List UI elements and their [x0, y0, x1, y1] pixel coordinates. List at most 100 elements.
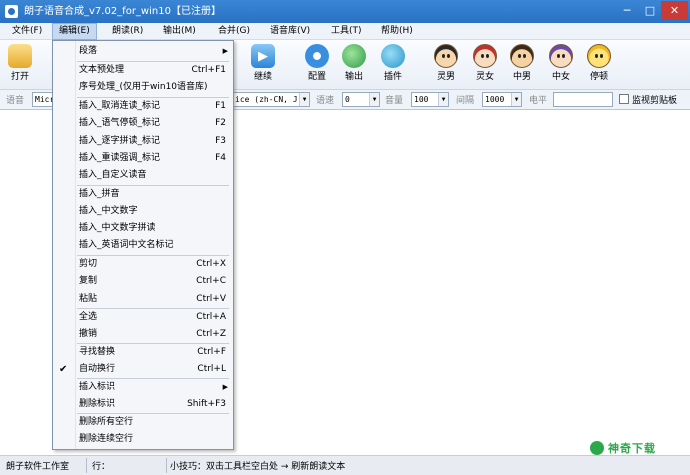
status-separator — [86, 458, 87, 473]
menu-item-shortcut: Ctrl+C — [196, 276, 226, 286]
menu-item-delete-tag[interactable]: 删除标识 Shift+F3 — [54, 396, 232, 413]
dropdown-arrow-icon[interactable]: ▼ — [299, 93, 309, 106]
level-field[interactable] — [553, 92, 613, 107]
watermark: 神奇下载 — [590, 440, 685, 456]
female-face-icon — [473, 44, 497, 68]
menu-item-label: 插入_拼音 — [79, 189, 120, 199]
menu-read[interactable]: 朗读(R) — [106, 23, 149, 40]
stop-button[interactable]: 停顿 — [582, 43, 616, 87]
menu-item-find-replace[interactable]: 寻找替换 Ctrl+F — [54, 344, 232, 361]
menu-item-delete-consecutive-empty-lines[interactable]: 删除连续空行 — [54, 431, 232, 448]
open-button[interactable]: 打开 — [3, 43, 37, 87]
clipboard-checkbox[interactable] — [619, 94, 629, 104]
status-separator — [166, 458, 167, 473]
app-icon — [5, 5, 18, 18]
menu-item-english-chinese-name[interactable]: 插入_英语词中文名标记 — [54, 237, 232, 254]
voice-select-tail[interactable]: ice (zh-CN, J ▼ — [232, 92, 310, 107]
menu-tools[interactable]: 工具(T) — [325, 23, 368, 40]
volume-label: 音量 — [385, 96, 404, 106]
speed-label: 语速 — [316, 96, 335, 106]
menu-voice-library[interactable]: 语音库(V) — [264, 23, 316, 40]
menu-item-pinyin[interactable]: 插入_拼音 — [54, 186, 232, 203]
status-company: 朗子软件工作室 — [6, 462, 70, 472]
speed-select[interactable]: 0 ▼ — [342, 92, 380, 107]
volume-value: 100 — [414, 95, 429, 104]
menu-item-paragraph[interactable]: 段落 ▶ — [54, 43, 232, 60]
male-face-icon — [434, 44, 458, 68]
interval-select[interactable]: 1000 ▼ — [482, 92, 522, 107]
menu-item-label: 删除标识 — [79, 399, 116, 409]
menu-merge[interactable]: 合并(G) — [212, 23, 256, 40]
menu-item-label: 剪切 — [79, 259, 98, 269]
menu-item-chinese-number[interactable]: 插入_中文数字 — [54, 203, 232, 220]
open-label: 打开 — [10, 72, 29, 82]
dropdown-arrow-icon[interactable]: ▼ — [369, 93, 379, 106]
menu-item-label: 文本预处理 — [79, 65, 125, 75]
menu-help[interactable]: 帮助(H) — [375, 23, 419, 40]
menu-item-cut[interactable]: 剪切 Ctrl+X — [54, 256, 232, 273]
menu-item-custom-pronunciation[interactable]: 插入_自定义读音 — [54, 167, 232, 184]
menu-item-paste[interactable]: 粘贴 Ctrl+V — [54, 291, 232, 308]
menu-item-pause-mark[interactable]: 插入_语气停顿_标记 F2 — [54, 115, 232, 132]
menu-edit[interactable]: 编辑(E) — [52, 23, 97, 40]
menu-item-label: 删除所有空行 — [79, 417, 134, 427]
menu-item-emphasis-mark[interactable]: 插入_重读强调_标记 F4 — [54, 150, 232, 167]
edit-menu: 段落 ▶ 文本预处理 Ctrl+F1 序号处理_(仅用于win10语音库) 插入… — [52, 40, 234, 450]
voice-select-text: ice (zh-CN, J — [235, 95, 298, 104]
config-button[interactable]: 配置 — [300, 43, 334, 87]
menu-item-spell-mark[interactable]: 插入_逐字拼读_标记 F3 — [54, 133, 232, 150]
menu-item-delete-empty-lines[interactable]: 删除所有空行 — [54, 414, 232, 431]
dropdown-arrow-icon[interactable]: ▼ — [438, 93, 448, 106]
menu-item-insert-tag[interactable]: 插入标识 ▶ — [54, 379, 232, 396]
plugin-button[interactable]: 插件 — [376, 43, 410, 87]
menu-item-label: 段落 — [79, 46, 98, 56]
voice-button-2[interactable]: 灵女 — [468, 43, 502, 87]
menu-item-shortcut: Ctrl+V — [196, 294, 226, 304]
voice-button-3[interactable]: 中男 — [505, 43, 539, 87]
voice-label-3: 中男 — [512, 72, 531, 82]
menu-item-shortcut: Ctrl+F1 — [191, 65, 226, 75]
voice-select[interactable]: Micr — [32, 92, 54, 107]
voice-button-4[interactable]: 中女 — [544, 43, 578, 87]
voice-select-label: 语音 — [6, 96, 25, 106]
close-button[interactable]: ✕ — [661, 1, 688, 20]
menu-item-label: 插入_英语词中文名标记 — [79, 240, 174, 250]
menu-item-shortcut: F2 — [215, 118, 226, 128]
continue-button[interactable]: ▶ 继续 — [246, 43, 280, 87]
output-button[interactable]: 输出 — [337, 43, 371, 87]
menu-item-copy[interactable]: 复制 Ctrl+C — [54, 273, 232, 290]
status-row: 行： — [92, 462, 111, 472]
menu-item-preprocess[interactable]: 文本预处理 Ctrl+F1 — [54, 62, 232, 79]
volume-select[interactable]: 100 ▼ — [411, 92, 449, 107]
menu-item-select-all[interactable]: 全选 Ctrl+A — [54, 309, 232, 326]
menu-item-shortcut: Shift+F3 — [187, 399, 226, 409]
menu-file[interactable]: 文件(F) — [6, 23, 48, 40]
export-icon — [342, 44, 366, 68]
female-face-icon — [549, 44, 573, 68]
interval-label: 间隔 — [456, 96, 475, 106]
maximize-button[interactable]: □ — [639, 1, 661, 20]
minimize-button[interactable]: ─ — [616, 1, 638, 20]
dropdown-arrow-icon[interactable]: ▼ — [511, 93, 521, 106]
menu-item-label: 撤销 — [79, 329, 98, 339]
menu-item-chinese-number-spell[interactable]: 插入_中文数字拼读 — [54, 220, 232, 237]
menu-item-shortcut: Ctrl+X — [196, 259, 226, 269]
menu-item-label: 插入_逐字拼读_标记 — [79, 136, 161, 146]
menu-item-label: 插入_自定义读音 — [79, 170, 147, 180]
stop-label: 停顿 — [589, 72, 608, 82]
level-label: 电平 — [529, 96, 548, 106]
menu-item-label: 插入标识 — [79, 382, 116, 392]
menu-item-label: 全选 — [79, 312, 98, 322]
menu-item-word-wrap[interactable]: ✔ 自动换行 Ctrl+L — [54, 361, 232, 378]
menu-item-label: 寻找替换 — [79, 347, 116, 357]
continue-label: 继续 — [253, 72, 272, 82]
submenu-arrow-icon: ▶ — [222, 47, 228, 55]
menu-item-shortcut: Ctrl+Z — [196, 329, 226, 339]
menu-item-number-process[interactable]: 序号处理_(仅用于win10语音库) — [54, 79, 232, 96]
menu-item-undo[interactable]: 撤销 Ctrl+Z — [54, 326, 232, 343]
menu-output[interactable]: 输出(M) — [157, 23, 202, 40]
plugin-label: 插件 — [383, 72, 402, 82]
voice-button-1[interactable]: 灵男 — [429, 43, 463, 87]
title-bar: 朗子语音合成_v7.02_for_win10【已注册】 ─ □ ✕ — [0, 0, 690, 23]
menu-item-cancel-liaison[interactable]: 插入_取消连读_标记 F1 — [54, 98, 232, 115]
